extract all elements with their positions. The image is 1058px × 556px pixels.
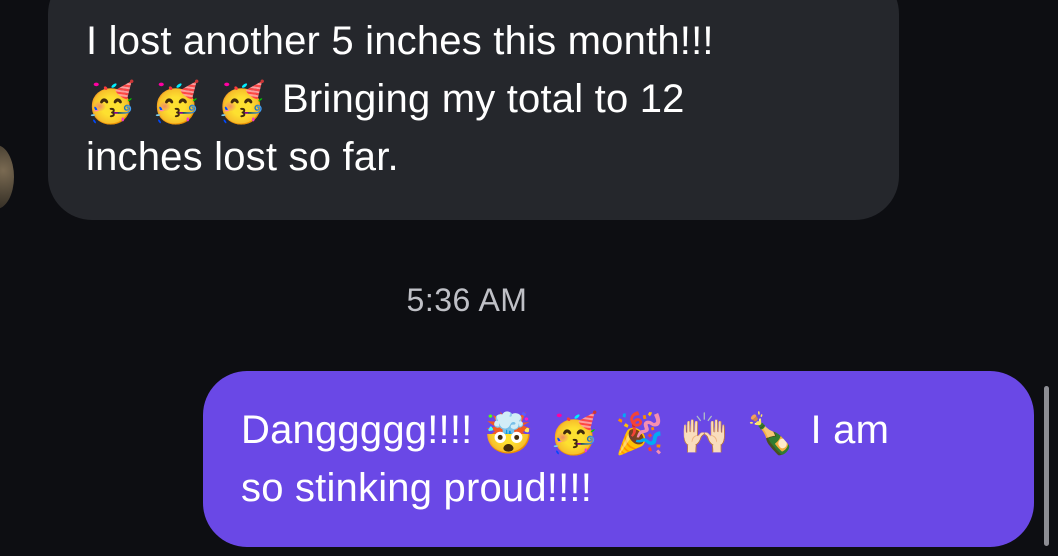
message-text-line: Danggggg!!!! 🤯 🥳 🎉 🙌🏻 🍾 I am (241, 401, 994, 459)
message-timestamp: 5:36 AM (406, 282, 528, 318)
outgoing-message-bubble[interactable]: Danggggg!!!! 🤯 🥳 🎉 🙌🏻 🍾 I am so stinking… (203, 371, 1034, 547)
message-thread: I lost another 5 inches this month!!! 🥳 … (0, 0, 1058, 556)
message-text-line: 🥳 🥳 🥳 Bringing my total to 12 (86, 70, 869, 128)
party-popper-emoji: 🎉 (614, 411, 665, 457)
champagne-bottle-emoji: 🍾 (745, 411, 796, 457)
exploding-head-emoji: 🤯 (483, 411, 534, 457)
partying-face-emoji: 🥳 (549, 411, 600, 457)
message-text-line: inches lost so far. (86, 135, 399, 179)
message-text-line: so stinking proud!!!! (241, 466, 593, 510)
message-text-line: I lost another 5 inches this month!!! (86, 19, 714, 63)
scrollbar-thumb[interactable] (1044, 386, 1049, 546)
contact-avatar[interactable] (0, 145, 14, 209)
partying-face-emoji: 🥳 (151, 80, 202, 126)
message-text: Danggggg!!!! (241, 408, 473, 452)
partying-face-emoji: 🥳 (86, 80, 137, 126)
raising-hands-emoji: 🙌🏻 (679, 411, 730, 457)
partying-face-emoji: 🥳 (216, 80, 267, 126)
message-text: Bringing my total to 12 (282, 77, 685, 121)
incoming-message-bubble[interactable]: I lost another 5 inches this month!!! 🥳 … (48, 0, 899, 220)
message-text: I am (810, 408, 890, 452)
